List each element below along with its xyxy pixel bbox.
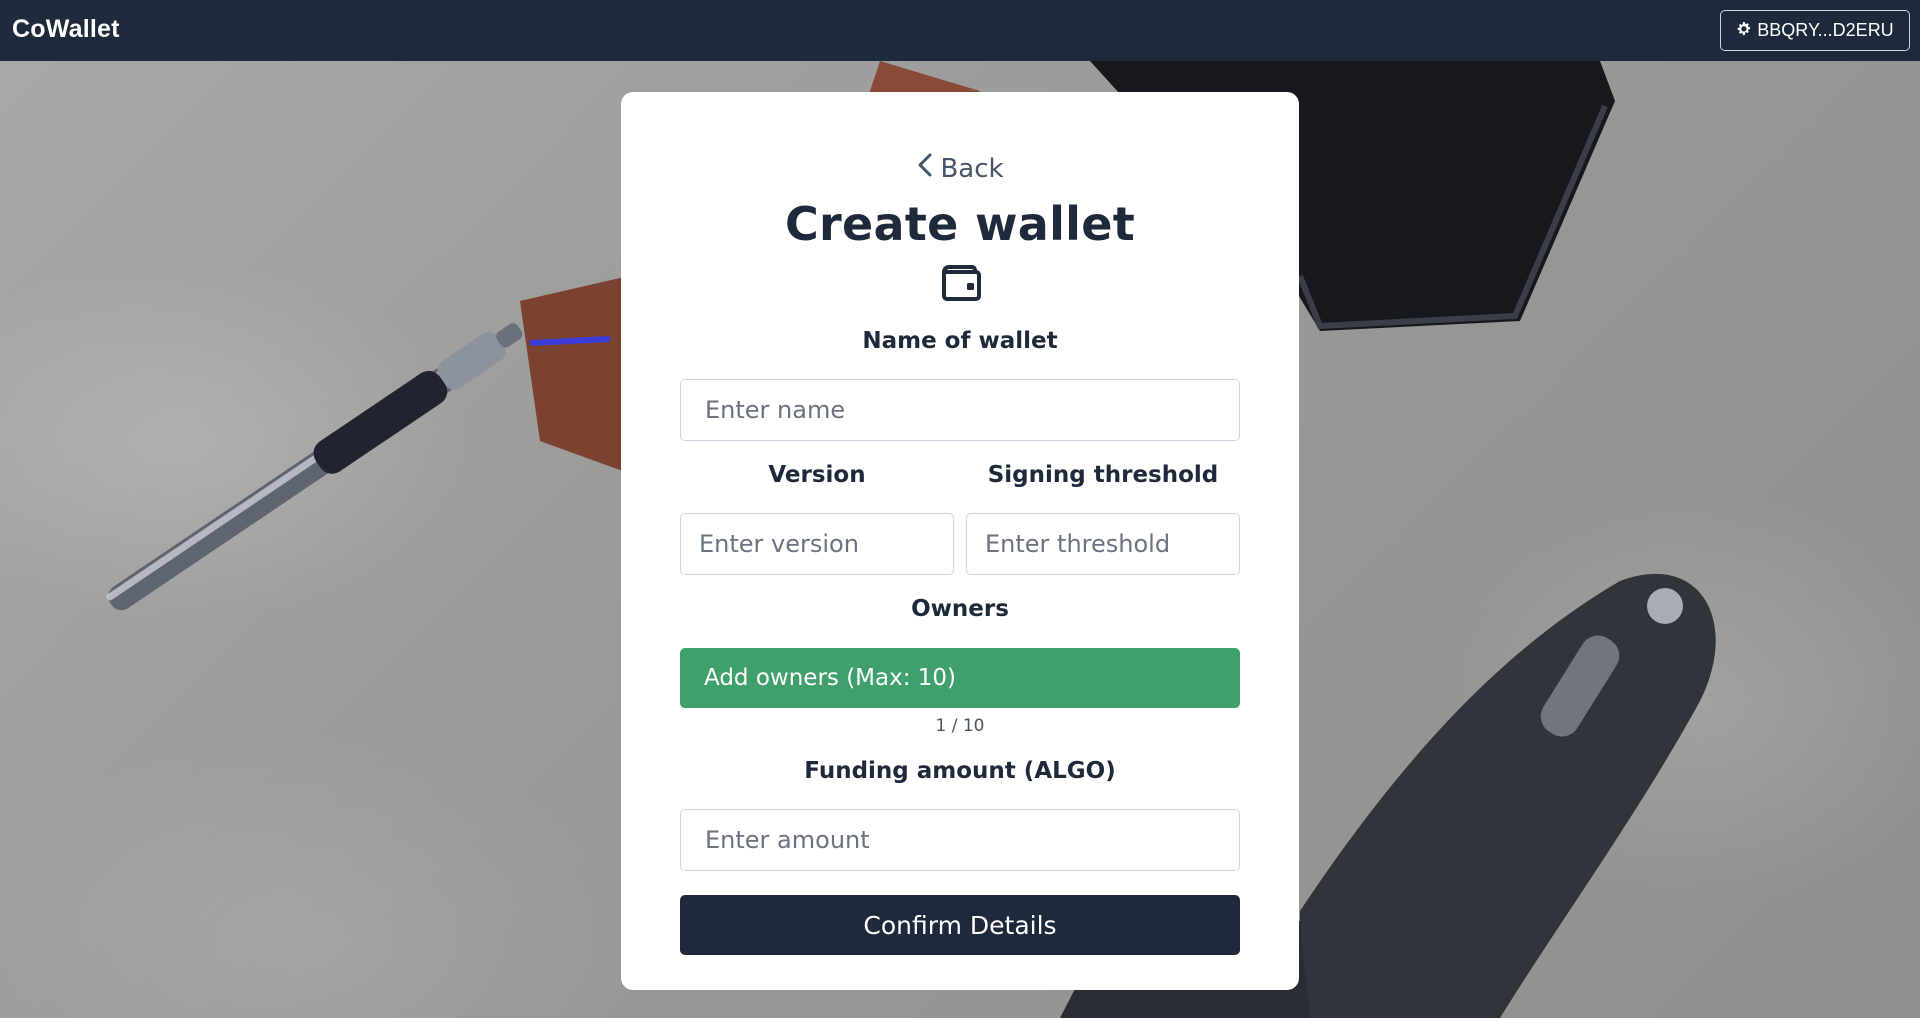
wallet-name-input[interactable] [680,379,1240,441]
funding-label: Funding amount (ALGO) [804,758,1116,784]
pen-shape [106,323,523,611]
owners-count: 1 / 10 [935,716,985,736]
add-owners-button[interactable]: Add owners (Max: 10) [680,648,1240,708]
create-wallet-card: Back Create wallet Name of wallet Versio… [621,92,1299,990]
threshold-label: Signing threshold [987,462,1219,488]
name-label: Name of wallet [862,328,1058,354]
top-navbar: CoWallet BBQRY...D2ERU [0,0,1920,61]
back-label: Back [940,153,1004,184]
version-label: Version [768,462,866,488]
account-address: BBQRY...D2ERU [1757,20,1894,40]
page-title: Create wallet [784,197,1136,251]
chevron-left-icon [916,152,934,185]
wallet-icon [936,258,984,306]
funding-amount-input[interactable] [680,809,1240,871]
account-button[interactable]: BBQRY...D2ERU [1720,10,1910,51]
brand-logo[interactable]: CoWallet [12,15,120,44]
confirm-details-button[interactable]: Confirm Details [680,895,1240,955]
threshold-input[interactable] [966,513,1240,575]
gear-icon [1736,20,1751,41]
version-input[interactable] [680,513,954,575]
owners-label: Owners [911,596,1009,622]
back-link[interactable]: Back [621,152,1299,185]
